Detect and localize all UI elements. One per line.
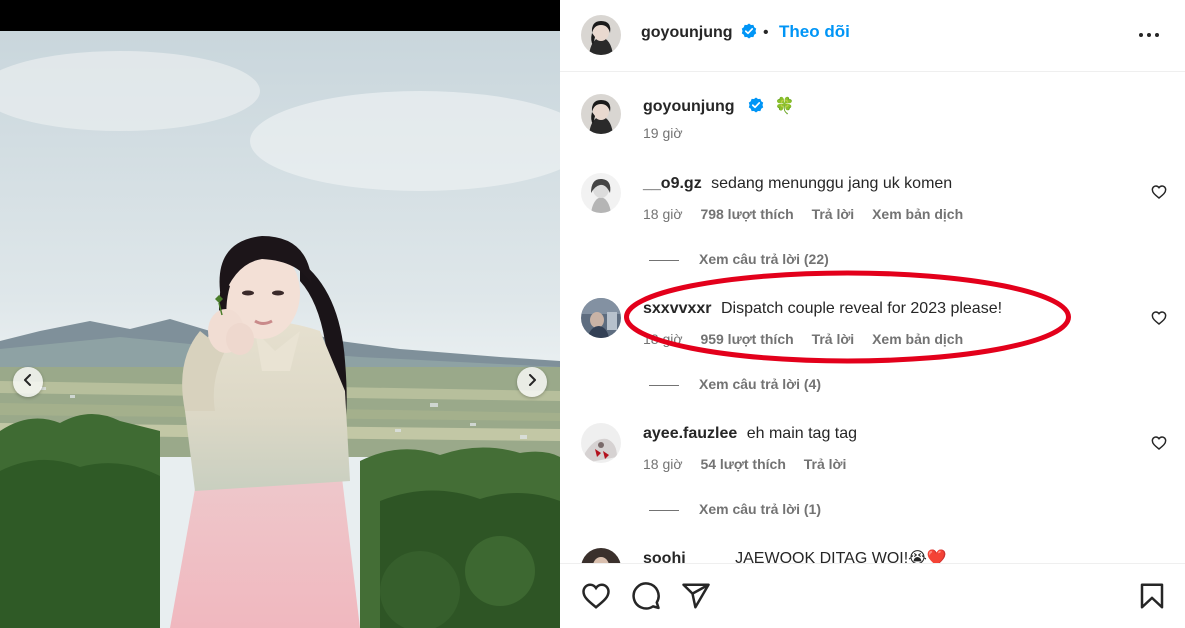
verified-badge-icon (748, 97, 764, 113)
author-avatar[interactable] (581, 15, 621, 55)
view-replies-label: Xem câu trả lời (22) (699, 251, 829, 267)
comment-likes[interactable]: 798 lượt thích (700, 206, 793, 222)
like-comment-button[interactable] (1151, 184, 1167, 200)
caption-text: 🍀 (774, 98, 795, 115)
view-replies-button[interactable]: Xem câu trả lời (22) (649, 251, 829, 267)
post-details-panel: goyounjung • Theo dõi goyounjung 🍀 19 gi… (560, 0, 1185, 628)
like-button[interactable] (581, 581, 611, 611)
more-options-button[interactable] (1138, 22, 1160, 46)
heart-icon (1151, 436, 1167, 450)
comment-time[interactable]: 18 giờ (643, 456, 683, 472)
heart-icon (582, 583, 610, 609)
reply-button[interactable]: Trả lời (812, 331, 855, 347)
comment-time[interactable]: 18 giờ (643, 206, 683, 222)
commenter-username[interactable]: soohj (643, 550, 686, 564)
comment-text: Dispatch couple reveal for 2023 please! (720, 300, 1003, 317)
view-replies-button[interactable]: Xem câu trả lời (1) (649, 501, 821, 517)
save-button[interactable] (1137, 581, 1167, 611)
more-horizontal-icon (1139, 33, 1159, 37)
author-username[interactable]: goyounjung (641, 24, 733, 41)
comment-item: sxxvvxxr Dispatch couple reveal for 2023… (581, 298, 1171, 358)
chevron-right-icon (526, 373, 538, 391)
comment-icon (632, 582, 660, 610)
comment-item: __o9.gz sedang menunggu jang uk komen 18… (581, 173, 1171, 233)
post-header: goyounjung • Theo dõi (560, 0, 1185, 72)
translate-button[interactable]: Xem bản dịch (872, 331, 963, 347)
translate-button[interactable]: Xem bản dịch (872, 206, 963, 222)
reply-button[interactable]: Trả lời (812, 206, 855, 222)
share-button[interactable] (681, 581, 711, 611)
caption-username[interactable]: goyounjung (643, 98, 735, 115)
chevron-left-icon (22, 373, 34, 391)
commenter-username[interactable]: sxxvvxxr (643, 300, 712, 317)
previous-photo-button[interactable] (13, 367, 43, 397)
commenter-username[interactable]: __o9.gz (643, 175, 702, 192)
post-caption: goyounjung 🍀 19 giờ (581, 94, 1171, 154)
replies-divider (649, 509, 679, 511)
comment-item-partial: soohj JAEWOOK DITAG WOI!😭❤️ (581, 548, 1171, 564)
share-icon (682, 583, 710, 609)
commenter-avatar[interactable] (581, 423, 621, 463)
view-replies-label: Xem câu trả lời (1) (699, 501, 821, 517)
comment-likes[interactable]: 54 lượt thích (700, 456, 785, 472)
comment-button[interactable] (631, 581, 661, 611)
commenter-username[interactable]: ayee.fauzlee (643, 425, 737, 442)
comment-text: sedang menunggu jang uk komen (711, 175, 953, 192)
comment-time[interactable]: 18 giờ (643, 331, 683, 347)
comment-text: eh main tag tag (746, 425, 858, 442)
comment-item: ayee.fauzlee eh main tag tag 18 giờ 54 l… (581, 423, 1171, 483)
like-comment-button[interactable] (1151, 435, 1167, 451)
comment-text: JAEWOOK DITAG WOI!😭❤️ (735, 550, 947, 564)
view-replies-button[interactable]: Xem câu trả lời (4) (649, 376, 821, 392)
comment-likes[interactable]: 959 lượt thích (700, 331, 793, 347)
replies-divider (649, 384, 679, 386)
heart-icon (1151, 185, 1167, 199)
follow-button[interactable]: Theo dõi (779, 22, 850, 42)
commenter-avatar[interactable] (581, 173, 621, 213)
commenter-avatar[interactable] (581, 548, 621, 564)
bookmark-icon (1140, 583, 1164, 609)
header-separator: • (763, 24, 769, 41)
commenter-avatar[interactable] (581, 298, 621, 338)
reply-button[interactable]: Trả lời (804, 456, 847, 472)
caption-avatar[interactable] (581, 94, 621, 134)
replies-divider (649, 259, 679, 261)
like-comment-button[interactable] (1151, 310, 1167, 326)
heart-icon (1151, 311, 1167, 325)
view-replies-label: Xem câu trả lời (4) (699, 376, 821, 392)
next-photo-button[interactable] (517, 367, 547, 397)
verified-badge-icon (741, 23, 757, 39)
post-media (0, 0, 560, 628)
caption-time[interactable]: 19 giờ (643, 125, 683, 141)
post-action-bar (560, 563, 1185, 628)
post-photo (0, 31, 560, 628)
